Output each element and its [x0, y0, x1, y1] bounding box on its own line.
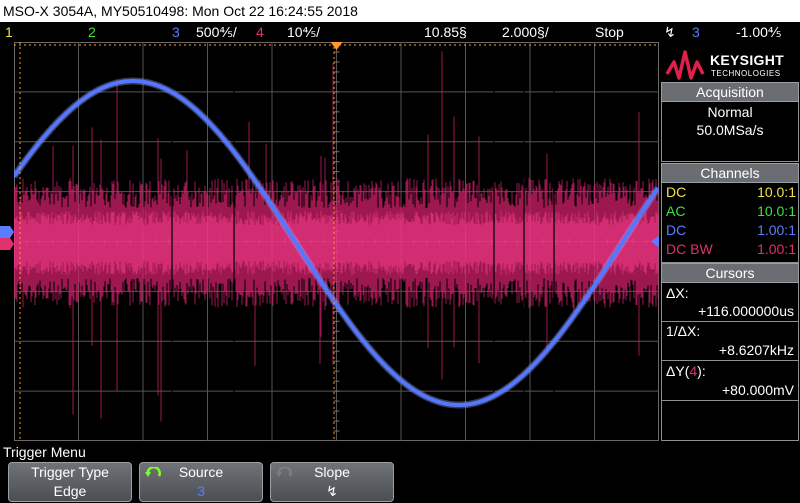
status-bar: 1 2 3 500⅘/ 4 10⅘/ 10.85§ 2.000§/ Stop ↯… — [0, 22, 800, 42]
channel-row-2: AC 10.0:1 — [666, 203, 796, 219]
logo-brand: KEYSIGHT — [710, 52, 784, 68]
softkey-value: Edge — [53, 483, 87, 499]
source-softkey[interactable]: Source 3 — [139, 462, 263, 502]
cursor-inv-dx-label: 1/ΔX: — [666, 323, 701, 339]
ch2-indicator[interactable]: 2 — [88, 22, 96, 42]
softkey-label: Source — [178, 464, 224, 480]
menu-title: Trigger Menu — [3, 444, 86, 460]
ch4-indicator[interactable]: 4 — [256, 22, 264, 42]
info-panel: KEYSIGHT TECHNOLOGIES Acquisition Normal… — [659, 42, 800, 441]
channel-ground-markers — [0, 226, 14, 250]
trigger-level: -1.00⅘ — [736, 24, 782, 40]
acquisition-box: Normal 50.0MSa/s — [661, 102, 799, 162]
softkey-label: Slope — [314, 464, 350, 480]
horizontal-delay: 10.85§ — [424, 24, 467, 40]
trigger-type-softkey[interactable]: Trigger Type Edge — [8, 462, 132, 502]
keysight-wave-icon — [665, 50, 705, 80]
ch3-ground-marker — [0, 226, 14, 238]
cursor-dx-value: +116.000000us — [698, 303, 794, 319]
cursor-dx-label: ΔX: — [666, 285, 689, 301]
run-state: Stop — [595, 24, 624, 40]
waveform-display[interactable] — [14, 42, 659, 441]
ch3-scale: 500⅘/ — [196, 24, 237, 40]
trigger-source: 3 — [692, 24, 700, 40]
channel-row-1: DC 10.0:1 — [666, 184, 796, 200]
ch4-ground-marker — [0, 238, 14, 250]
cursor-dy-value: +80.000mV — [722, 382, 794, 398]
slope-softkey[interactable]: Slope ↯ — [270, 462, 394, 502]
softkey-label: Trigger Type — [31, 464, 109, 480]
acquisition-mode: Normal — [707, 104, 753, 120]
trigger-menu: Trigger Menu Trigger Type Edge Source 3 … — [0, 441, 800, 503]
ch3-indicator[interactable]: 3 — [172, 22, 180, 42]
softkey-value: ↯ — [326, 483, 338, 499]
timebase-scale: 2.000§/ — [502, 24, 549, 40]
graticule — [14, 42, 659, 441]
channels-header: Channels — [661, 163, 799, 183]
trigger-slope-icon: ↯ — [664, 24, 676, 40]
softkey-value: 3 — [197, 483, 205, 499]
cursors-box: ΔX: +116.000000us 1/ΔX: +8.6207kHz ΔY(4)… — [661, 283, 799, 441]
cursor-inv-dx-value: +8.6207kHz — [718, 342, 794, 358]
cursors-header: Cursors — [661, 263, 799, 283]
ch4-scale: 10⅘/ — [287, 24, 321, 40]
keysight-logo: KEYSIGHT TECHNOLOGIES — [663, 44, 797, 86]
channel-row-4: DC BW 1.00:1 — [666, 241, 796, 257]
acquisition-header: Acquisition — [661, 82, 799, 102]
logo-sub: TECHNOLOGIES — [711, 69, 781, 78]
channels-box: DC 10.0:1 AC 10.0:1 DC 1.00:1 DC BW 1.00:1 — [661, 183, 799, 263]
acquisition-rate: 50.0MSa/s — [696, 122, 764, 138]
ch1-indicator[interactable]: 1 — [5, 22, 13, 42]
cursor-dy-label: ΔY(4): — [666, 363, 706, 379]
title-bar: MSO-X 3054A, MY50510498: Mon Oct 22 16:2… — [0, 0, 800, 22]
channel-row-3: DC 1.00:1 — [666, 222, 796, 238]
trigger-position-marker — [330, 42, 343, 50]
